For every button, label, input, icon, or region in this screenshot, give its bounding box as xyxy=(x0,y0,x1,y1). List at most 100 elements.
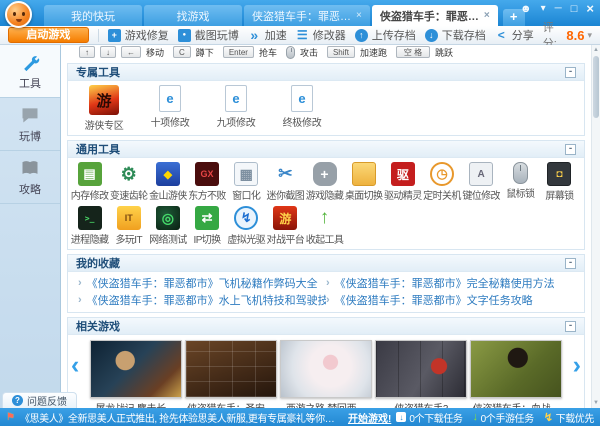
window-icon xyxy=(234,162,258,186)
game-thumbnail[interactable]: 屠龙战记 鏖击长… xyxy=(88,340,183,408)
scroll-down-arrow[interactable] xyxy=(592,398,600,408)
tool-collapse-tools[interactable]: 收起工具 xyxy=(305,206,344,246)
start-game-link[interactable]: 开始游戏! xyxy=(348,410,391,425)
collapse-button[interactable]: - xyxy=(565,258,576,269)
tool-battle-platform[interactable]: 对战平台 xyxy=(266,206,305,246)
hotkey-label-attack: 攻击 xyxy=(300,46,318,59)
speech-bubble-icon xyxy=(19,105,41,125)
download-save-button[interactable]: 下载存档 xyxy=(425,27,486,43)
collapse-up-arrow-icon xyxy=(313,206,337,230)
favorite-link[interactable]: 《侠盗猎车手：罪恶都市》飞机秘籍作弊码大全 xyxy=(78,275,326,291)
tab-close-icon[interactable]: × xyxy=(484,11,490,21)
carousel-next-button[interactable] xyxy=(573,353,581,378)
megaphone-icon xyxy=(6,412,15,423)
gx-trainer-icon xyxy=(195,162,219,186)
game-cover-image xyxy=(90,340,182,398)
tool-youxia-zone[interactable]: 游侠专区 xyxy=(78,85,130,132)
download-task-icon xyxy=(396,412,406,422)
tool-mini-screenshot[interactable]: 迷你截图 xyxy=(266,162,305,202)
tool-jinshan-ranger[interactable]: 金山游侠 xyxy=(148,162,187,202)
sidebar-item-guides[interactable]: 攻略 xyxy=(0,151,60,204)
scroll-up-arrow[interactable] xyxy=(592,45,600,55)
tool-network-test[interactable]: 网络测试 xyxy=(148,206,187,246)
game-thumbnail[interactable]: 侠盗猎车手3 xyxy=(374,340,469,408)
tool-duowan-it[interactable]: 多玩IT xyxy=(109,206,148,246)
tool-dongfang-trainer[interactable]: 东方不败 xyxy=(187,162,226,202)
carousel-prev-button[interactable] xyxy=(71,353,79,378)
tool-mouse-lock[interactable]: 鼠标锁 xyxy=(501,162,540,202)
tool-keybind-edit[interactable]: 键位修改 xyxy=(462,162,501,202)
sidebar-item-tools[interactable]: 工具 xyxy=(0,45,60,98)
favorite-link[interactable]: 《侠盗猎车手：罪恶都市》完全秘籍使用方法 xyxy=(326,275,574,291)
game-repair-button[interactable]: 游戏修复 xyxy=(108,27,169,43)
panel-header: 专属工具 - xyxy=(68,64,584,81)
panel-header: 相关游戏 - xyxy=(68,318,584,335)
memory-icon xyxy=(78,162,102,186)
clock-icon xyxy=(430,162,454,186)
tool-memory-edit[interactable]: 内存修改 xyxy=(70,162,109,202)
dropdown-arrow-icon[interactable] xyxy=(541,4,546,14)
wrench-icon xyxy=(19,52,41,72)
tool-ten-item-trainer[interactable]: 十项修改 xyxy=(144,85,196,132)
game-thumbnail[interactable]: 西游之路 梦回西… xyxy=(278,340,373,408)
minimize-button[interactable] xyxy=(555,4,562,14)
maximize-button[interactable] xyxy=(571,4,578,15)
mobile-game-tasks[interactable]: 0个手游任务 xyxy=(472,410,533,425)
trainer-doc-icon xyxy=(225,85,247,112)
game-cover-image xyxy=(280,340,372,398)
screenshot-blog-button[interactable]: 截图玩博 xyxy=(178,27,239,43)
shift-key: Shift xyxy=(327,46,355,58)
hotkey-label-move: 移动 xyxy=(146,46,164,59)
tool-desktop-switch[interactable]: 桌面切换 xyxy=(344,162,383,202)
upload-save-button[interactable]: 上传存档 xyxy=(355,27,416,43)
hotkey-label-steal-car: 抢车 xyxy=(259,46,277,59)
favorite-link[interactable]: 《侠盗猎车手：罪恶都市》文字任务攻略 xyxy=(326,292,574,308)
collapse-button[interactable]: - xyxy=(565,144,576,155)
youxia-zone-icon xyxy=(89,85,119,115)
game-thumbnail[interactable]: 侠盗猎车手：血战… xyxy=(469,340,564,408)
share-button[interactable]: 分享 xyxy=(495,27,534,43)
panel-title: 我的收藏 xyxy=(76,255,120,271)
tool-speed-gear[interactable]: 变速齿轮 xyxy=(109,162,148,202)
tab-find-games[interactable]: 找游戏 xyxy=(144,5,242,26)
mouse-icon xyxy=(286,46,295,59)
tab-my-kuaiwan[interactable]: 我的快玩 xyxy=(44,5,142,26)
tool-ultimate-trainer[interactable]: 终极修改 xyxy=(276,85,328,132)
favorite-link[interactable]: 《侠盗猎车手：罪恶都市》水上飞机特技和驾驶技巧 xyxy=(78,292,326,308)
feedback-tab[interactable]: 问题反馈 xyxy=(2,392,77,408)
tool-screen-lock[interactable]: 屏幕锁 xyxy=(540,162,579,202)
scrollbar-thumb[interactable] xyxy=(593,56,599,118)
tool-virtual-drive[interactable]: 虚拟光驱 xyxy=(227,206,266,246)
tab-close-icon[interactable]: × xyxy=(356,11,362,21)
hotkey-label-sprint: 加速跑 xyxy=(360,46,387,59)
download-tasks[interactable]: 0个下载任务 xyxy=(396,410,462,425)
scrollbar[interactable] xyxy=(591,45,600,408)
tool-windowize[interactable]: 窗口化 xyxy=(227,162,266,202)
arrow-left-key: ← xyxy=(121,46,141,58)
game-thumbnail[interactable]: 侠盗猎车手：圣安… xyxy=(183,340,278,408)
buddy-icon[interactable] xyxy=(520,4,532,15)
close-button[interactable] xyxy=(586,2,594,16)
tab-label: 我的快玩 xyxy=(71,8,115,24)
tool-ip-switch[interactable]: IP切换 xyxy=(187,206,226,246)
camera-icon xyxy=(178,29,191,42)
tool-driver-genius[interactable]: 驱动精灵 xyxy=(383,162,422,202)
tool-process-hide[interactable]: 进程隐藏 xyxy=(70,206,109,246)
tool-shutdown-timer[interactable]: 定时关机 xyxy=(422,162,461,202)
tab-game-vice-city-2[interactable]: 侠盗猎车手：罪恶… × xyxy=(372,5,498,26)
sidebar-item-blog[interactable]: 玩博 xyxy=(0,98,60,151)
panel-body: 游侠专区 十项修改 九项修改 终极修改 xyxy=(68,81,584,135)
hotkey-label-crouch: 蹲下 xyxy=(196,46,214,59)
tool-game-hide[interactable]: 游戏隐藏 xyxy=(305,162,344,202)
tool-nine-item-trainer[interactable]: 九项修改 xyxy=(210,85,262,132)
launch-game-button[interactable]: 启动游戏 xyxy=(8,27,89,43)
app-logo-icon[interactable] xyxy=(5,1,32,28)
tab-game-vice-city-1[interactable]: 侠盗猎车手：罪恶… × xyxy=(244,5,370,26)
collapse-button[interactable]: - xyxy=(565,67,576,78)
boost-button[interactable]: 加速 xyxy=(248,27,287,43)
driver-genius-icon xyxy=(391,162,415,186)
modifier-button[interactable]: 修改器 xyxy=(296,27,346,43)
collapse-button[interactable]: - xyxy=(565,321,576,332)
hotkey-label-jump: 跳跃 xyxy=(435,46,453,59)
download-priority[interactable]: 下载优先 xyxy=(544,410,594,425)
